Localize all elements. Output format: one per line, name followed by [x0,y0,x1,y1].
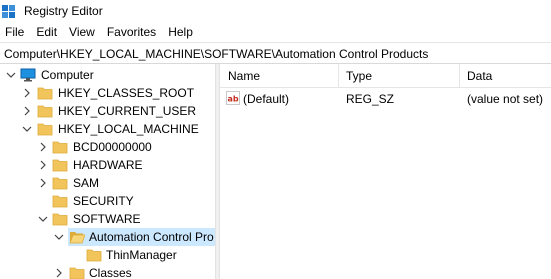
chevron-down-icon[interactable] [54,231,64,243]
list-item[interactable]: ab (Default) REG_SZ (value not set) [220,90,551,108]
tree-node-label: HKEY_LOCAL_MACHINE [58,122,199,136]
window-title: Registry Editor [24,4,103,18]
value-type: REG_SZ [346,92,395,106]
tree-node-hkey-local-machine[interactable]: HKEY_LOCAL_MACHINE [0,120,215,138]
tree-node-hardware[interactable]: HARDWARE [0,156,215,174]
chevron-right-icon[interactable] [22,87,32,99]
menu-help[interactable]: Help [168,22,193,42]
string-value-icon: ab [226,91,240,105]
tree-node-sam[interactable]: SAM [0,174,215,192]
value-data: (value not set) [467,92,544,106]
tree-node-label: HARDWARE [73,158,143,172]
tree-node-classes[interactable]: Classes [0,264,215,279]
tree-node-label: Computer [41,68,94,82]
address-path[interactable]: Computer\HKEY_LOCAL_MACHINE\SOFTWARE\Aut… [4,47,428,61]
tree-node-security[interactable]: SECURITY [0,192,215,210]
column-header-type[interactable]: Type [346,69,372,83]
tree-node-hkey-current-user[interactable]: HKEY_CURRENT_USER [0,102,215,120]
tree-node-label: SECURITY [73,194,134,208]
menu-edit[interactable]: Edit [36,22,57,42]
tree-node-label: HKEY_CURRENT_USER [58,104,197,118]
tree-node-hkey-classes-root[interactable]: HKEY_CLASSES_ROOT [0,84,215,102]
folder-icon [69,267,85,279]
tree-node-label: BCD00000000 [73,140,152,154]
chevron-right-icon[interactable] [54,267,64,279]
tree-node-automation-control-products[interactable]: Automation Control Pro [0,228,215,246]
column-header-name[interactable]: Name [228,69,260,83]
registry-editor-icon [2,5,15,18]
column-divider[interactable] [338,64,339,88]
tree-node-computer[interactable]: Computer [0,66,215,84]
tree-node-label: ThinManager [106,248,177,262]
title-bar: Registry Editor [0,0,551,22]
value-name: (Default) [243,92,290,106]
folder-open-icon [69,232,85,244]
folder-icon [37,87,53,100]
chevron-right-icon[interactable] [38,159,48,171]
tree-node-software[interactable]: SOFTWARE [0,210,215,228]
tree-node-bcd00000000[interactable]: BCD00000000 [0,138,215,156]
tree-pane[interactable]: Computer HKEY_CLASSES_ROOT HKEY_CURRENT_… [0,64,215,279]
svg-text:ab: ab [228,95,239,104]
folder-icon [86,249,102,262]
tree-node-label: Classes [89,266,132,279]
chevron-down-icon[interactable] [22,123,32,135]
menu-file[interactable]: File [5,22,24,42]
folder-icon [52,141,68,154]
computer-icon [20,68,36,82]
folder-icon [52,213,68,226]
tree-node-thinmanager[interactable]: ThinManager [0,246,215,264]
tree-node-label: Automation Control Pro [89,230,214,244]
folder-icon [52,159,68,172]
tree-node-label: SOFTWARE [73,212,141,226]
address-bar[interactable]: Computer\HKEY_LOCAL_MACHINE\SOFTWARE\Aut… [0,42,551,64]
menu-bar: File Edit View Favorites Help [0,22,551,42]
chevron-right-icon[interactable] [38,177,48,189]
chevron-down-icon[interactable] [38,213,48,225]
chevron-down-icon[interactable] [6,69,16,81]
chevron-right-icon[interactable] [38,141,48,153]
column-divider[interactable] [459,64,460,88]
folder-icon [52,195,68,208]
menu-favorites[interactable]: Favorites [107,22,156,42]
column-header-data[interactable]: Data [467,69,492,83]
tree-node-label: SAM [73,176,100,190]
values-list-pane[interactable]: Name Type Data ab (Default) REG_SZ (valu… [220,64,551,279]
folder-icon [52,177,68,190]
folder-icon [37,123,53,136]
menu-view[interactable]: View [69,22,95,42]
folder-icon [37,105,53,118]
tree-node-label: HKEY_CLASSES_ROOT [58,86,195,100]
chevron-right-icon[interactable] [22,105,32,117]
list-header: Name Type Data [220,64,551,88]
